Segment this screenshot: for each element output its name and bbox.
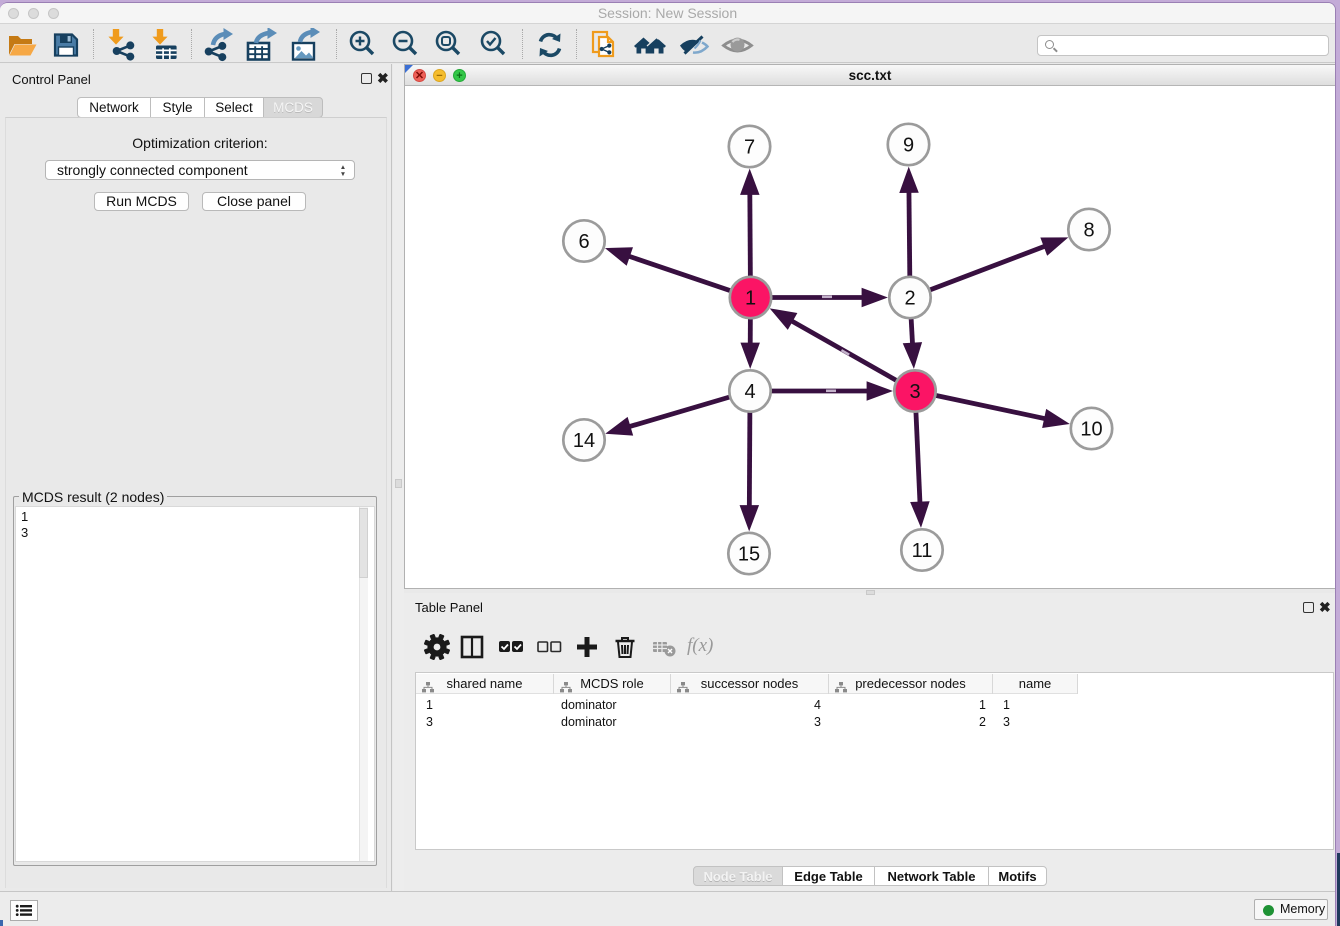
svg-text:10: 10 <box>1080 419 1102 441</box>
svg-text:3: 3 <box>909 381 920 403</box>
svg-text:8: 8 <box>1083 220 1094 242</box>
svg-text:15: 15 <box>738 544 760 566</box>
svg-text:7: 7 <box>744 137 755 159</box>
svg-text:6: 6 <box>578 231 589 253</box>
svg-text:4: 4 <box>744 381 755 403</box>
svg-text:1: 1 <box>745 288 756 310</box>
svg-text:11: 11 <box>912 540 933 562</box>
svg-text:2: 2 <box>904 288 915 310</box>
svg-text:9: 9 <box>903 135 914 157</box>
svg-text:14: 14 <box>573 430 595 452</box>
